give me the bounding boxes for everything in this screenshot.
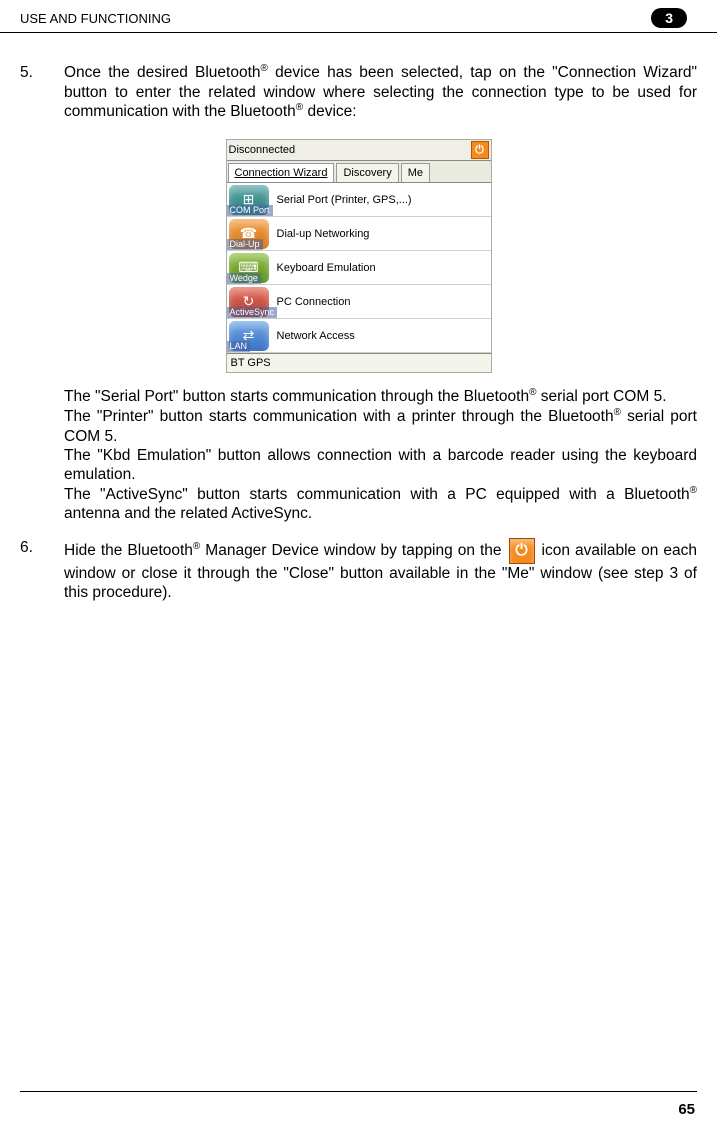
reg-mark: ® xyxy=(614,407,621,418)
row-label: Dial-up Networking xyxy=(277,228,370,240)
step-text: Once the desired Bluetooth® device has b… xyxy=(64,63,697,121)
reg-mark: ® xyxy=(690,485,697,496)
list-item[interactable]: LAN⇄Network Access xyxy=(227,319,491,353)
paragraph-kbd: The "Kbd Emulation" button allows connec… xyxy=(64,446,697,485)
header-title: USE AND FUNCTIONING xyxy=(20,11,171,26)
text-part: The "ActiveSync" button starts communica… xyxy=(64,486,690,503)
paragraph-activesync: The "ActiveSync" button starts communica… xyxy=(64,485,697,524)
text-part: device: xyxy=(303,103,356,120)
text-part: Hide the Bluetooth xyxy=(64,542,193,559)
page-number: 65 xyxy=(678,1101,695,1118)
text-part: antenna and the related ActiveSync. xyxy=(64,505,312,522)
footer-rule xyxy=(20,1091,697,1092)
list-item[interactable]: Wedge⌨Keyboard Emulation xyxy=(227,251,491,285)
paragraph-printer: The "Printer" button starts communicatio… xyxy=(64,407,697,446)
text-part: The "Printer" button starts communicatio… xyxy=(64,408,614,425)
reg-mark: ® xyxy=(261,63,268,74)
tab-connection-wizard[interactable]: Connection Wizard xyxy=(228,163,335,182)
row-side-caption: ActiveSync xyxy=(227,307,278,318)
row-label: Keyboard Emulation xyxy=(277,262,376,274)
power-icon[interactable]: ⏻ xyxy=(471,141,489,159)
power-icon[interactable]: ⏻ xyxy=(509,538,535,564)
tab-me[interactable]: Me xyxy=(401,163,430,182)
step-number: 5. xyxy=(20,63,64,121)
row-side-caption: LAN xyxy=(227,341,251,352)
tab-discovery[interactable]: Discovery xyxy=(336,163,398,182)
chapter-badge: 3 xyxy=(651,8,687,28)
row-side-caption: COM Port xyxy=(227,205,273,216)
step-5: 5. Once the desired Bluetooth® device ha… xyxy=(20,63,697,121)
status-text: Disconnected xyxy=(229,144,296,156)
text-part: Manager Device window by tapping on the xyxy=(200,542,506,559)
row-label: PC Connection xyxy=(277,296,351,308)
list-item[interactable]: COM Port⊞Serial Port (Printer, GPS,...) xyxy=(227,183,491,217)
text-part: serial port COM 5. xyxy=(536,389,666,406)
row-side-caption: Dial-Up xyxy=(227,239,263,250)
screenshot-footer: BT GPS xyxy=(227,353,491,372)
row-label: Serial Port (Printer, GPS,...) xyxy=(277,194,412,206)
list-item[interactable]: Dial-Up☎Dial-up Networking xyxy=(227,217,491,251)
list-item[interactable]: ActiveSync↻PC Connection xyxy=(227,285,491,319)
text-part: Once the desired Bluetooth xyxy=(64,64,261,81)
step-number: 6. xyxy=(20,538,64,603)
paragraph-serial-port: The "Serial Port" button starts communic… xyxy=(64,387,697,407)
row-label: Network Access xyxy=(277,330,355,342)
text-part: The "Serial Port" button starts communic… xyxy=(64,389,529,406)
step-text: Hide the Bluetooth® Manager Device windo… xyxy=(64,538,697,603)
step-6: 6. Hide the Bluetooth® Manager Device wi… xyxy=(20,538,697,603)
row-side-caption: Wedge xyxy=(227,273,261,284)
embedded-screenshot: Disconnected ⏻ Connection Wizard Discove… xyxy=(226,139,492,373)
